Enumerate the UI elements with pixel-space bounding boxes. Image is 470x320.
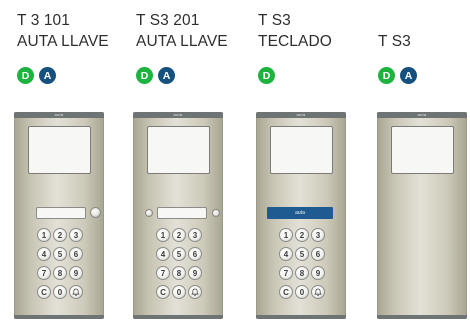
keypad-key: 2 <box>53 228 67 242</box>
keypad-key: 1 <box>156 228 170 242</box>
intercom-panel: auta auta 1 2 3 4 5 6 7 8 9 C 0 <box>256 112 346 319</box>
keypad-key: 3 <box>69 228 83 242</box>
keypad-key: 5 <box>53 247 67 261</box>
panel-screen <box>147 126 210 174</box>
badge-d: D <box>17 67 34 84</box>
right-led <box>90 207 101 218</box>
keypad-key: 8 <box>295 266 309 280</box>
keypad-key: 0 <box>295 285 309 299</box>
keypad-key: 1 <box>37 228 51 242</box>
badge-a: A <box>158 67 175 84</box>
panel-screen <box>28 126 91 174</box>
intercom-panel: auta 1 2 3 4 5 6 7 8 9 C 0 <box>133 112 223 319</box>
badge-group: DA <box>136 67 175 84</box>
keypad-key: 6 <box>311 247 325 261</box>
panel-bottom-strip <box>256 315 346 319</box>
product-type: TECLADO <box>258 33 332 50</box>
keypad-key: 8 <box>172 266 186 280</box>
badge-a: A <box>39 67 56 84</box>
badge-group: DA <box>378 67 417 84</box>
badge-d: D <box>136 67 153 84</box>
keypad-key: 9 <box>188 266 202 280</box>
keypad-key: 0 <box>172 285 186 299</box>
product-model: T S3 <box>258 12 291 29</box>
key-reader-slot <box>36 207 86 219</box>
keypad-key: 3 <box>311 228 325 242</box>
product-model: T S3 201 <box>136 12 200 29</box>
keypad-key: 5 <box>172 247 186 261</box>
badge-d: D <box>378 67 395 84</box>
keypad-key: 9 <box>311 266 325 280</box>
bell-icon <box>311 285 325 299</box>
keypad-key: 5 <box>295 247 309 261</box>
panel-bottom-strip <box>133 315 223 319</box>
keypad-key: 7 <box>279 266 293 280</box>
panel-bottom-strip <box>377 315 467 319</box>
keypad-key: C <box>156 285 170 299</box>
keypad-key: 4 <box>37 247 51 261</box>
badge-a: A <box>400 67 417 84</box>
panel-screen <box>270 126 333 174</box>
keypad-key: C <box>37 285 51 299</box>
product-type: T S3 <box>378 33 411 50</box>
product-type: AUTA LLAVE <box>17 33 109 50</box>
panel-brand-strip: auta <box>133 112 223 118</box>
bell-icon <box>188 285 202 299</box>
keypad-key: 7 <box>156 266 170 280</box>
right-led <box>212 209 220 217</box>
keypad-key: 1 <box>279 228 293 242</box>
keypad-key: 4 <box>279 247 293 261</box>
panel-brand-strip: auta <box>14 112 104 118</box>
keypad-key: 6 <box>69 247 83 261</box>
name-label-plate: auta <box>267 207 333 219</box>
panel-brand-strip: auta <box>377 112 467 118</box>
badge-d: D <box>258 67 275 84</box>
badge-group: DA <box>17 67 56 84</box>
keypad-key: 7 <box>37 266 51 280</box>
key-reader-slot <box>157 207 207 219</box>
keypad-key: 4 <box>156 247 170 261</box>
left-led <box>145 209 153 217</box>
keypad-key: 6 <box>188 247 202 261</box>
product-type: AUTA LLAVE <box>136 33 228 50</box>
bell-icon <box>69 285 83 299</box>
keypad-key: 2 <box>172 228 186 242</box>
product-model: T 3 101 <box>17 12 70 29</box>
keypad-key: C <box>279 285 293 299</box>
keypad-key: 9 <box>69 266 83 280</box>
keypad-key: 8 <box>53 266 67 280</box>
keypad: 123 456 789 C0 <box>37 228 83 299</box>
badge-group: D <box>258 67 275 84</box>
keypad-key: 0 <box>53 285 67 299</box>
intercom-panel: auta <box>377 112 467 319</box>
panel-screen <box>391 126 454 174</box>
keypad-key: 2 <box>295 228 309 242</box>
panel-bottom-strip <box>14 315 104 319</box>
panel-brand-strip: auta <box>256 112 346 118</box>
keypad-key: 3 <box>188 228 202 242</box>
keypad: 123 456 789 C0 <box>279 228 325 299</box>
keypad: 123 456 789 C0 <box>156 228 202 299</box>
intercom-panel: auta 1 2 3 4 5 6 7 8 9 C 0 <box>14 112 104 319</box>
